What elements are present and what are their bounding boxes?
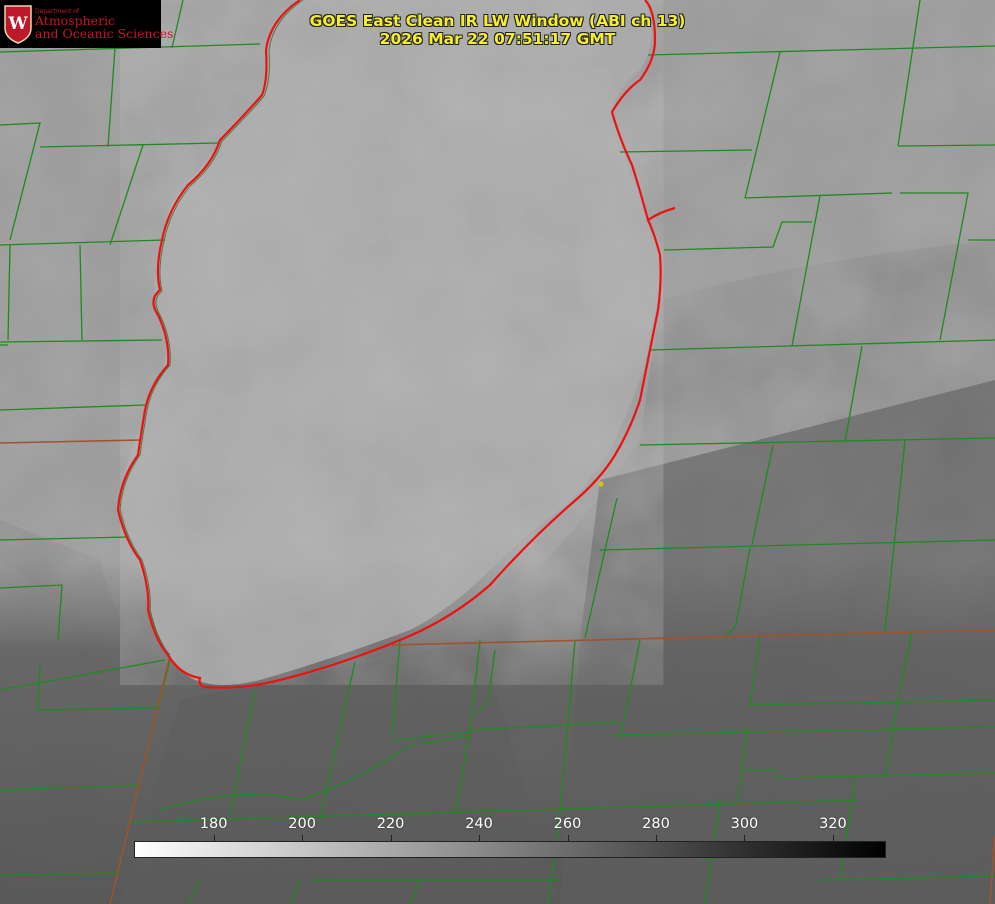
colorbar-tick-label: 200 xyxy=(288,816,316,832)
uw-seal-icon: W xyxy=(4,5,32,44)
aos-logo: W Department of Atmospheric and Oceanic … xyxy=(0,0,173,48)
colorbar-tick-mark xyxy=(213,835,215,841)
colorbar-tick-label: 240 xyxy=(465,816,493,832)
colorbar-tick-mark xyxy=(832,835,834,841)
colorbar-tick-mark xyxy=(390,835,392,841)
colorbar-tick-mark xyxy=(479,835,481,841)
seal-letter: W xyxy=(7,14,28,34)
logo-line-2: and Oceanic Sciences xyxy=(35,26,174,41)
colorbar-tick-label: 300 xyxy=(730,816,759,832)
colorbar-tick-mark xyxy=(567,835,569,841)
colorbar xyxy=(134,841,886,858)
product-title: GOES East Clean IR LW Window (ABI ch 13) xyxy=(309,12,686,30)
colorbar-tick-label: 320 xyxy=(819,816,847,832)
colorbar-tick-label: 220 xyxy=(376,816,405,832)
colorbar-tick-mark xyxy=(655,835,657,841)
colorbar-tick-mark xyxy=(302,835,304,841)
colorbar-tick-label: 180 xyxy=(199,816,228,832)
colorbar-tick-label: 280 xyxy=(642,816,670,832)
timestamp: 2026 Mar 22 07:51:17 GMT xyxy=(379,30,616,48)
colorbar-tick-mark xyxy=(744,835,746,841)
location-marker xyxy=(598,481,604,487)
colorbar-tick-label: 260 xyxy=(553,816,582,832)
satellite-map[interactable] xyxy=(0,0,995,904)
